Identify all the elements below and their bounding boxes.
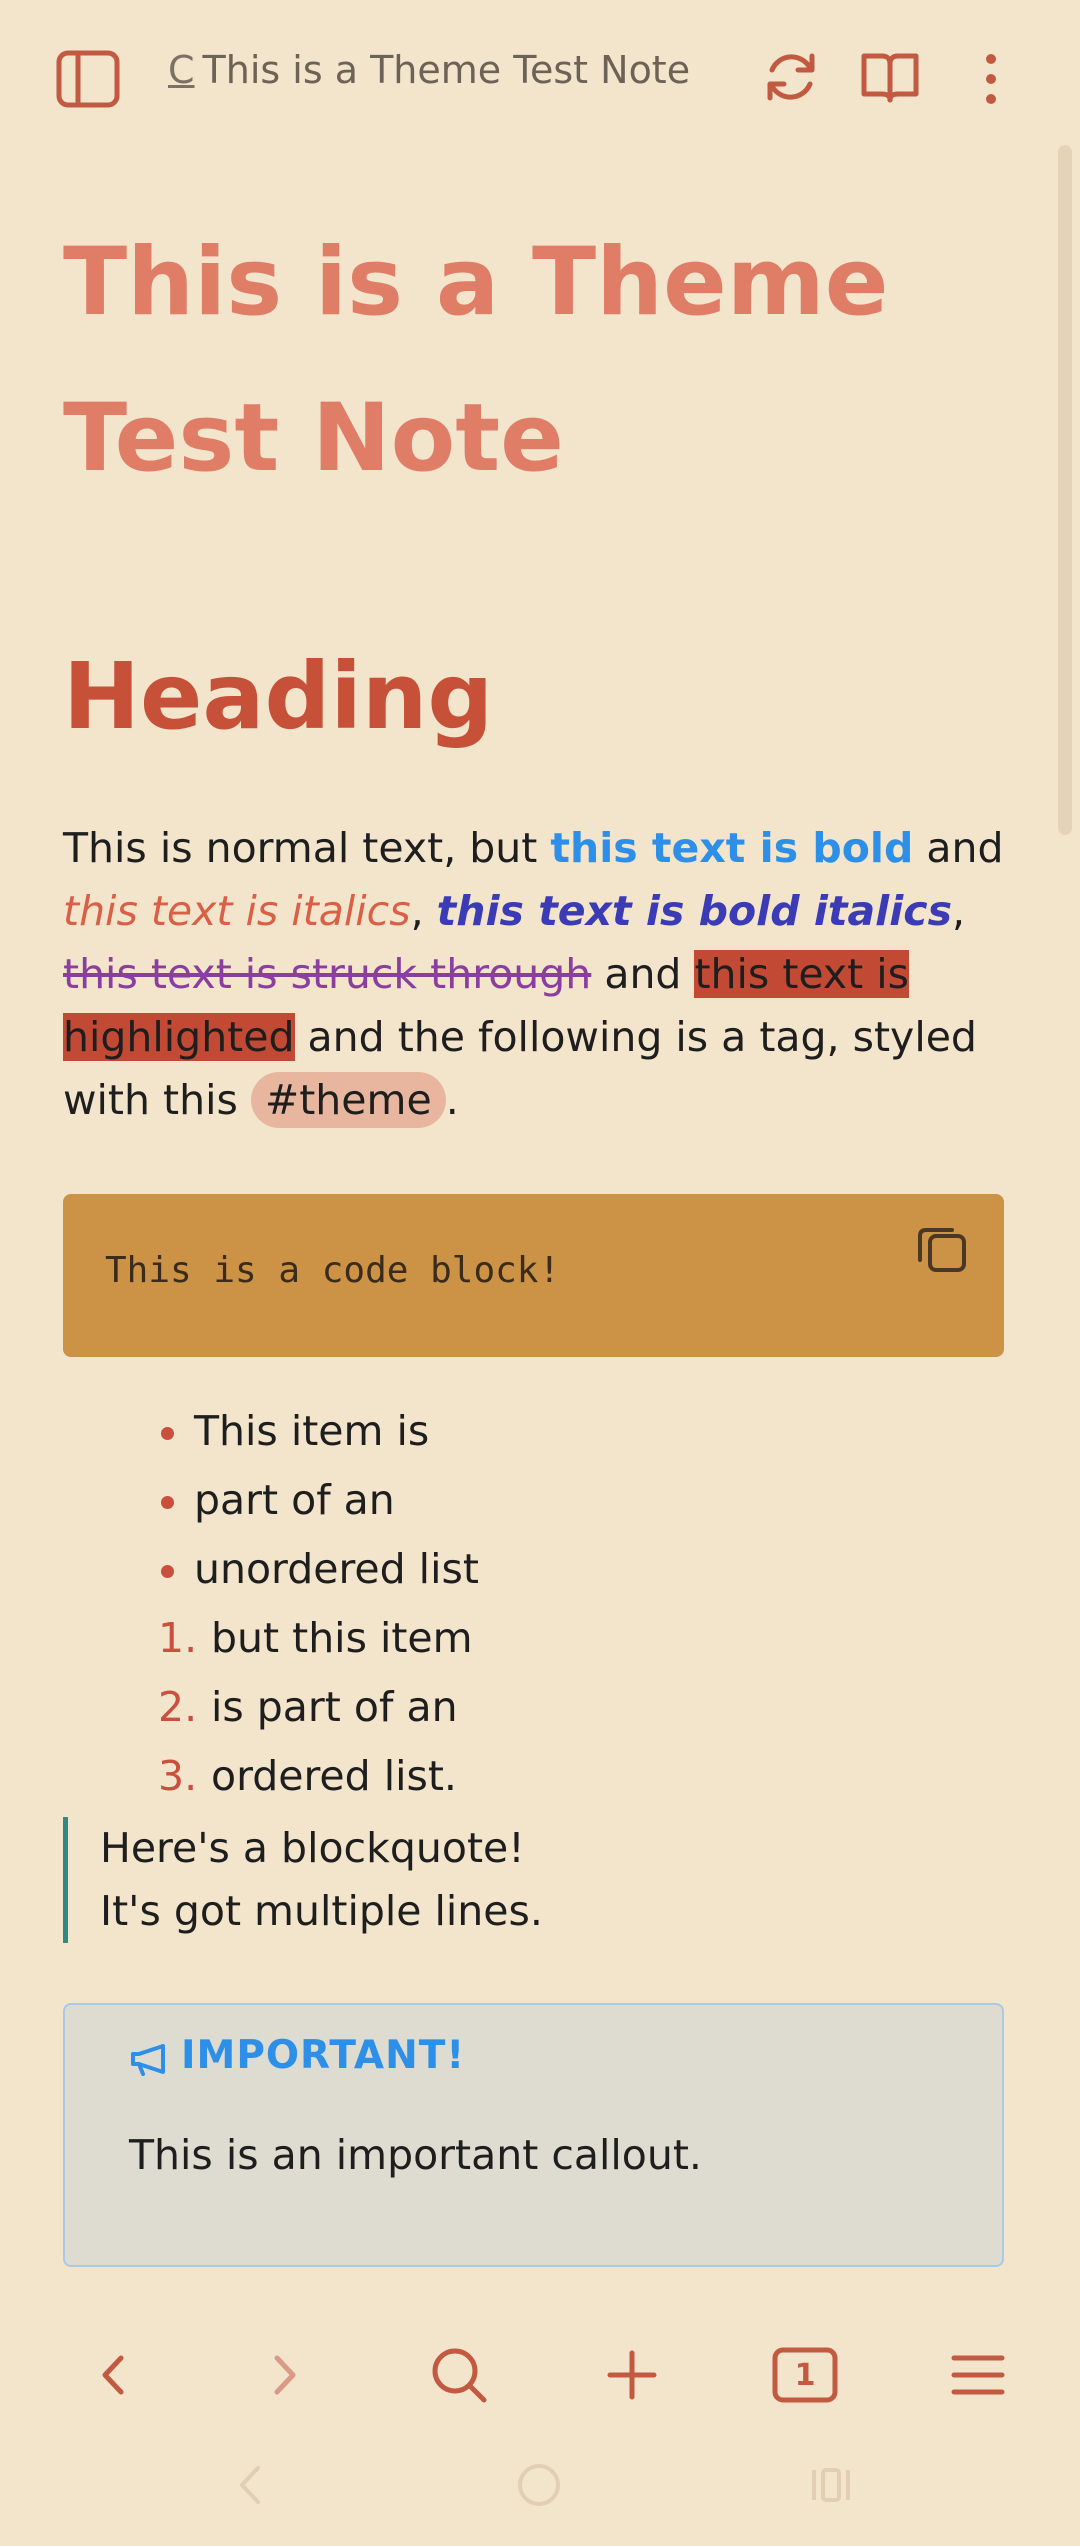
system-nav-bar	[0, 2440, 1080, 2546]
list-number: 2.	[158, 1683, 198, 1731]
normal-text: ,	[410, 887, 437, 935]
system-back-icon[interactable]	[232, 2462, 268, 2512]
system-home-icon[interactable]	[516, 2462, 562, 2512]
unordered-list-item: part of an	[63, 1466, 1008, 1535]
strikethrough-text: this text is struck through	[63, 950, 592, 998]
blockquote: Here's a blockquote! It's got multiple l…	[63, 1817, 1008, 1943]
menu-icon[interactable]	[943, 2340, 1013, 2410]
tabs-icon[interactable]: 1	[770, 2340, 840, 2410]
normal-text: This is normal text, but	[63, 824, 551, 872]
italic-text: this text is italics	[63, 887, 411, 935]
bottom-toolbar: 1	[0, 2310, 1080, 2440]
megaphone-icon	[129, 2033, 181, 2078]
code-block: This is a code block!	[63, 1194, 1004, 1357]
header-title-text: This is a Theme Test Note	[202, 48, 691, 92]
code-text: This is a code block!	[105, 1250, 561, 1291]
new-note-icon[interactable]	[597, 2340, 667, 2410]
bold-italic-text: this text is bold italics	[436, 887, 952, 935]
heading-1: Heading	[63, 643, 494, 750]
bullet-icon	[161, 1427, 174, 1440]
callout-title: IMPORTANT!	[129, 2033, 465, 2078]
normal-text: and	[591, 950, 695, 998]
scrollbar[interactable]	[1058, 145, 1072, 835]
normal-text: and	[913, 824, 1004, 872]
sync-icon[interactable]	[762, 48, 820, 110]
ordered-list-item: 2. is part of an	[63, 1673, 1008, 1742]
callout-body: This is an important callout.	[129, 2131, 702, 2179]
list-item-text: is part of an	[211, 1683, 458, 1731]
bold-text: this text is bold	[550, 824, 914, 872]
system-recents-icon[interactable]	[808, 2462, 854, 2512]
list-item-text: This item is	[194, 1407, 430, 1455]
list-number: 3.	[158, 1752, 198, 1800]
unordered-list-item: This item is	[63, 1397, 1008, 1466]
blockquote-line: Here's a blockquote!	[100, 1824, 525, 1872]
reading-view-icon[interactable]	[860, 50, 920, 108]
sidebar-toggle-icon[interactable]	[56, 50, 120, 112]
note-title: This is a Theme Test Note	[63, 228, 889, 493]
tab-count: 1	[794, 2357, 816, 2393]
normal-text: ,	[951, 887, 966, 935]
list-item-text: part of an	[194, 1476, 395, 1524]
back-icon[interactable]	[78, 2340, 148, 2410]
search-icon[interactable]	[424, 2340, 494, 2410]
list-item-text: but this item	[211, 1614, 473, 1662]
callout-title-text: IMPORTANT!	[181, 2033, 466, 2078]
bullet-icon	[161, 1496, 174, 1509]
copy-icon[interactable]	[916, 1222, 968, 1278]
normal-text: .	[445, 1076, 459, 1124]
unordered-list-item: unordered list	[63, 1535, 1008, 1604]
note-content: This is a Theme Test Note Heading This i…	[63, 150, 1008, 2267]
tag-pill[interactable]: #theme	[250, 1072, 446, 1128]
important-callout: IMPORTANT! This is an important callout.	[63, 2003, 1004, 2267]
bullet-icon	[161, 1565, 174, 1578]
ordered-list-item: 1. but this item	[63, 1604, 1008, 1673]
ordered-list-item: 3. ordered list.	[63, 1742, 1008, 1811]
forward-icon[interactable]	[250, 2340, 320, 2410]
top-bar: C This is a Theme Test Note	[0, 0, 1080, 150]
formatted-paragraph: This is normal text, but this text is bo…	[63, 817, 1013, 1132]
note-title-header[interactable]: C This is a Theme Test Note	[168, 48, 690, 92]
blockquote-line: It's got multiple lines.	[100, 1887, 543, 1935]
more-vert-icon[interactable]	[984, 52, 998, 110]
list-number: 1.	[158, 1614, 198, 1662]
list-item-text: ordered list.	[211, 1752, 457, 1800]
title-prefix: C	[168, 48, 195, 92]
list-block: This item is part of an unordered list 1…	[63, 1397, 1008, 1811]
list-item-text: unordered list	[194, 1545, 479, 1593]
